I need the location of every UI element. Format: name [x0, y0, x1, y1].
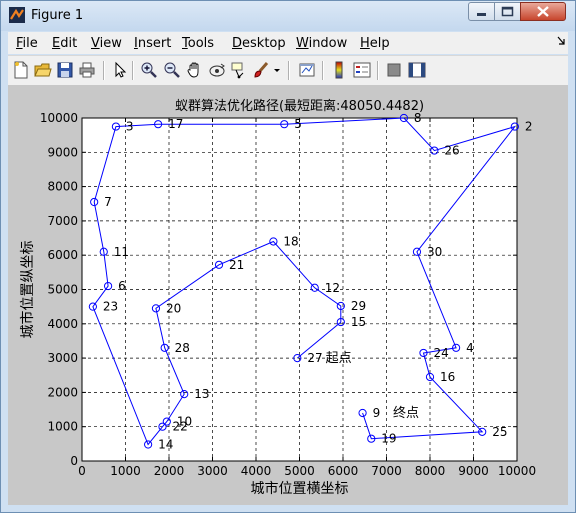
x-tick-label: 4000 — [241, 464, 272, 478]
city-label: 5 — [294, 117, 302, 131]
figure-toolbar — [8, 55, 568, 86]
city-label: 23 — [103, 300, 118, 314]
x-tick-label: 8000 — [415, 464, 446, 478]
city-label: 12 — [325, 281, 340, 295]
city-label: 6 — [118, 279, 126, 293]
menu-insert[interactable]: Insert — [134, 36, 171, 51]
minimize-button[interactable] — [468, 2, 495, 21]
city-label: 16 — [440, 370, 455, 384]
city-label: 27 — [307, 351, 322, 365]
toolbar-separator — [103, 61, 105, 80]
pan-hand-icon[interactable] — [186, 61, 204, 79]
menu-view[interactable]: View — [91, 36, 122, 51]
y-tick-label: 1000 — [47, 420, 78, 434]
figure-canvas: 0 1000 2000 3000 4000 5000 6000 7000 8000 9000 100… — [8, 85, 568, 505]
x-tick-label: 6000 — [328, 464, 359, 478]
colorbar-icon[interactable] — [330, 61, 348, 79]
city-label: 30 — [427, 245, 442, 259]
toolbar-separator — [288, 61, 290, 80]
hide-plot-tools-icon[interactable] — [385, 61, 403, 79]
data-cursor-icon[interactable] — [230, 61, 248, 79]
menu-edit[interactable]: Edit — [52, 36, 77, 51]
menu-desktop[interactable]: Desktop — [232, 36, 286, 51]
x-tick-label: 10000 — [498, 464, 536, 478]
menu-help[interactable]: Help — [360, 36, 390, 51]
annotation-label: 起点 — [326, 351, 352, 366]
city-label: 20 — [166, 301, 181, 315]
city-label: 13 — [194, 387, 209, 401]
x-tick-label: 0 — [78, 464, 86, 478]
city-label: 29 — [351, 299, 366, 313]
city-label: 15 — [351, 315, 366, 329]
city-label: 2 — [525, 120, 533, 134]
annotation-label: 终点 — [393, 405, 419, 421]
city-label: 11 — [114, 245, 129, 259]
toolbar-separator — [377, 61, 379, 80]
zoom-out-icon[interactable] — [163, 61, 181, 79]
brush-icon[interactable] — [252, 61, 270, 79]
maximize-button[interactable] — [494, 2, 521, 21]
city-label: 22 — [172, 420, 187, 434]
y-tick-label: 4000 — [47, 317, 78, 331]
y-tick-label: 9000 — [47, 145, 78, 159]
y-tick-label: 5000 — [47, 283, 78, 297]
y-tick-label: 3000 — [47, 351, 78, 365]
print-icon[interactable] — [78, 61, 96, 79]
city-label: 14 — [158, 438, 173, 452]
zoom-in-icon[interactable] — [140, 61, 158, 79]
toolbar-separator — [322, 61, 324, 80]
brush-dropdown-icon[interactable] — [272, 61, 282, 79]
x-tick-label: 5000 — [284, 464, 315, 478]
toolbar-separator — [132, 61, 134, 80]
chart-title: 蚁群算法优化路径(最短距离:48050.4482) — [175, 98, 424, 114]
city-label: 9 — [373, 406, 381, 420]
y-tick-label: 6000 — [47, 248, 78, 262]
menu-window[interactable]: Window — [296, 36, 347, 51]
show-plot-tools-icon[interactable] — [408, 61, 426, 79]
y-axis-label: 城市位置纵坐标 — [19, 241, 36, 339]
city-label: 18 — [283, 234, 298, 248]
link-plot-icon[interactable] — [298, 61, 316, 79]
open-file-icon[interactable] — [34, 61, 52, 79]
y-tick-label: 0 — [70, 454, 78, 468]
city-label: 4 — [466, 341, 474, 355]
y-tick-label: 8000 — [47, 180, 78, 194]
minimize-icon — [477, 13, 486, 16]
x-tick-label: 3000 — [197, 464, 228, 478]
city-label: 3 — [126, 120, 134, 134]
rotate-3d-icon[interactable] — [208, 61, 226, 79]
legend-icon[interactable] — [353, 61, 371, 79]
save-icon[interactable] — [56, 61, 74, 79]
close-button[interactable] — [520, 2, 566, 21]
figure-window: Figure 1 File Edit View Insert Tools Des… — [0, 0, 576, 513]
city-label: 24 — [433, 346, 448, 360]
city-label: 28 — [175, 341, 190, 355]
y-tick-label: 7000 — [47, 214, 78, 228]
close-icon — [537, 6, 549, 17]
menu-file[interactable]: File — [16, 36, 38, 51]
city-label: 19 — [381, 432, 396, 446]
maximize-icon — [501, 6, 514, 17]
city-label: 17 — [168, 117, 183, 131]
x-tick-label: 2000 — [154, 464, 185, 478]
y-tick-label: 10000 — [40, 111, 78, 125]
edit-plot-arrow-icon[interactable] — [111, 61, 129, 79]
x-tick-label: 7000 — [371, 464, 402, 478]
matlab-logo-icon — [9, 7, 25, 23]
x-tick-label: 9000 — [458, 464, 489, 478]
city-label: 25 — [492, 425, 507, 439]
dock-arrow-icon[interactable] — [556, 35, 566, 47]
city-label: 7 — [104, 195, 112, 209]
new-figure-icon[interactable] — [12, 61, 30, 79]
city-label: 26 — [444, 144, 459, 158]
x-axis-label: 城市位置横坐标 — [251, 480, 349, 497]
city-label: 21 — [229, 258, 244, 272]
menu-bar: File Edit View Insert Tools Desktop Wind… — [8, 32, 568, 54]
x-tick-label: 1000 — [110, 464, 141, 478]
y-tick-label: 2000 — [47, 385, 78, 399]
route-plot: 0 1000 2000 3000 4000 5000 6000 7000 8000 9000 100… — [19, 98, 536, 497]
title-bar[interactable]: Figure 1 — [1, 1, 575, 31]
window-title: Figure 1 — [31, 8, 84, 23]
menu-tools[interactable]: Tools — [182, 36, 214, 51]
